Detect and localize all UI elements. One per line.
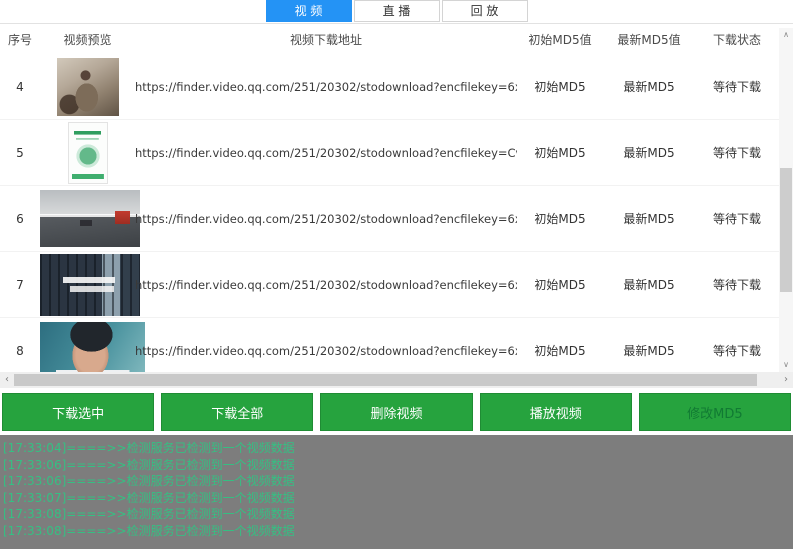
tab-live[interactable]: 直 播: [354, 0, 440, 22]
row-index: 7: [0, 278, 40, 292]
download-status: 等待下载: [695, 342, 779, 359]
latest-md5: 最新MD5: [603, 276, 695, 293]
row-index: 4: [0, 80, 40, 94]
video-thumbnail[interactable]: [40, 190, 140, 247]
preview-cell: [40, 122, 135, 184]
tab-replay[interactable]: 回 放: [442, 0, 528, 22]
initial-md5: 初始MD5: [517, 210, 603, 227]
download-status: 等待下载: [695, 210, 779, 227]
tab-video[interactable]: 视 频: [266, 0, 352, 22]
header-index: 序号: [0, 31, 40, 48]
table-row[interactable]: 4 https://finder.video.qq.com/251/20302/s…: [0, 54, 793, 120]
play-video-button[interactable]: 播放视频: [480, 393, 632, 431]
vertical-scrollbar[interactable]: ∧ ∨: [779, 28, 793, 372]
header-preview: 视频预览: [40, 31, 135, 48]
table-header: 序号 视频预览 视频下载地址 初始MD5值 最新MD5值 下载状态: [0, 24, 793, 54]
row-index: 8: [0, 344, 40, 358]
log-line: [17:33:07]====>>检测服务已检测到一个视频数据: [3, 490, 793, 507]
video-thumbnail[interactable]: [40, 254, 140, 316]
table-row[interactable]: 7 https://finder.video.qq.com/251/20302/s…: [0, 252, 793, 318]
preview-cell: [40, 322, 135, 373]
vertical-scroll-thumb[interactable]: [780, 168, 792, 292]
latest-md5: 最新MD5: [603, 78, 695, 95]
video-url: https://finder.video.qq.com/251/20302/st…: [135, 278, 517, 292]
log-line: [17:33:08]====>>检测服务已检测到一个视频数据: [3, 523, 793, 540]
scroll-left-icon[interactable]: ‹: [0, 372, 14, 388]
latest-md5: 最新MD5: [603, 210, 695, 227]
scroll-right-icon[interactable]: ›: [779, 372, 793, 388]
download-selected-button[interactable]: 下载选中: [2, 393, 154, 431]
horizontal-scroll-thumb[interactable]: [14, 374, 757, 386]
video-thumbnail[interactable]: [68, 122, 108, 184]
latest-md5: 最新MD5: [603, 342, 695, 359]
video-url: https://finder.video.qq.com/251/20302/st…: [135, 146, 517, 160]
table-row[interactable]: 8 https://finder.video.qq.com/251/20302/s…: [0, 318, 793, 372]
delete-video-button[interactable]: 删除视频: [320, 393, 472, 431]
log-line: [17:33:08]====>>检测服务已检测到一个视频数据: [3, 506, 793, 523]
header-initial-md5: 初始MD5值: [517, 31, 603, 48]
log-line: [17:33:06]====>>检测服务已检测到一个视频数据: [3, 457, 793, 474]
download-status: 等待下载: [695, 276, 779, 293]
log-panel: [17:33:04]====>>检测服务已检测到一个视频数据[17:33:06]…: [0, 435, 793, 549]
row-index: 5: [0, 146, 40, 160]
video-thumbnail[interactable]: [40, 322, 145, 373]
action-button-bar: 下载选中下载全部删除视频播放视频修改MD5: [0, 393, 793, 431]
download-status: 等待下载: [695, 144, 779, 161]
log-line: [17:33:04]====>>检测服务已检测到一个视频数据: [3, 440, 793, 457]
tab-bar: 视 频 直 播 回 放: [0, 0, 793, 24]
initial-md5: 初始MD5: [517, 276, 603, 293]
download-all-button[interactable]: 下载全部: [161, 393, 313, 431]
download-status: 等待下载: [695, 78, 779, 95]
table-body: 4 https://finder.video.qq.com/251/20302/s…: [0, 54, 793, 372]
video-url: https://finder.video.qq.com/251/20302/st…: [135, 344, 517, 358]
scroll-down-icon[interactable]: ∨: [779, 358, 793, 372]
modify-md5-button[interactable]: 修改MD5: [639, 393, 791, 431]
scroll-up-icon[interactable]: ∧: [779, 28, 793, 42]
app-window: 视 频 直 播 回 放 序号 视频预览 视频下载地址 初始MD5值 最新MD5值…: [0, 0, 793, 554]
horizontal-scrollbar[interactable]: ‹ ›: [0, 372, 793, 388]
row-index: 6: [0, 212, 40, 226]
header-url: 视频下载地址: [135, 31, 517, 48]
video-url: https://finder.video.qq.com/251/20302/st…: [135, 212, 517, 226]
initial-md5: 初始MD5: [517, 144, 603, 161]
video-url: https://finder.video.qq.com/251/20302/st…: [135, 80, 517, 94]
latest-md5: 最新MD5: [603, 144, 695, 161]
initial-md5: 初始MD5: [517, 78, 603, 95]
preview-cell: [40, 190, 135, 247]
video-table: 序号 视频预览 视频下载地址 初始MD5值 最新MD5值 下载状态 4 https…: [0, 24, 793, 372]
header-status: 下载状态: [695, 31, 779, 48]
video-thumbnail[interactable]: [57, 58, 119, 116]
table-row[interactable]: 5 https://finder.video.qq.com/251/20302/s…: [0, 120, 793, 186]
header-latest-md5: 最新MD5值: [603, 31, 695, 48]
table-row[interactable]: 6 https://finder.video.qq.com/251/20302/s…: [0, 186, 793, 252]
initial-md5: 初始MD5: [517, 342, 603, 359]
log-line: [17:33:06]====>>检测服务已检测到一个视频数据: [3, 473, 793, 490]
preview-cell: [40, 58, 135, 116]
preview-cell: [40, 254, 135, 316]
